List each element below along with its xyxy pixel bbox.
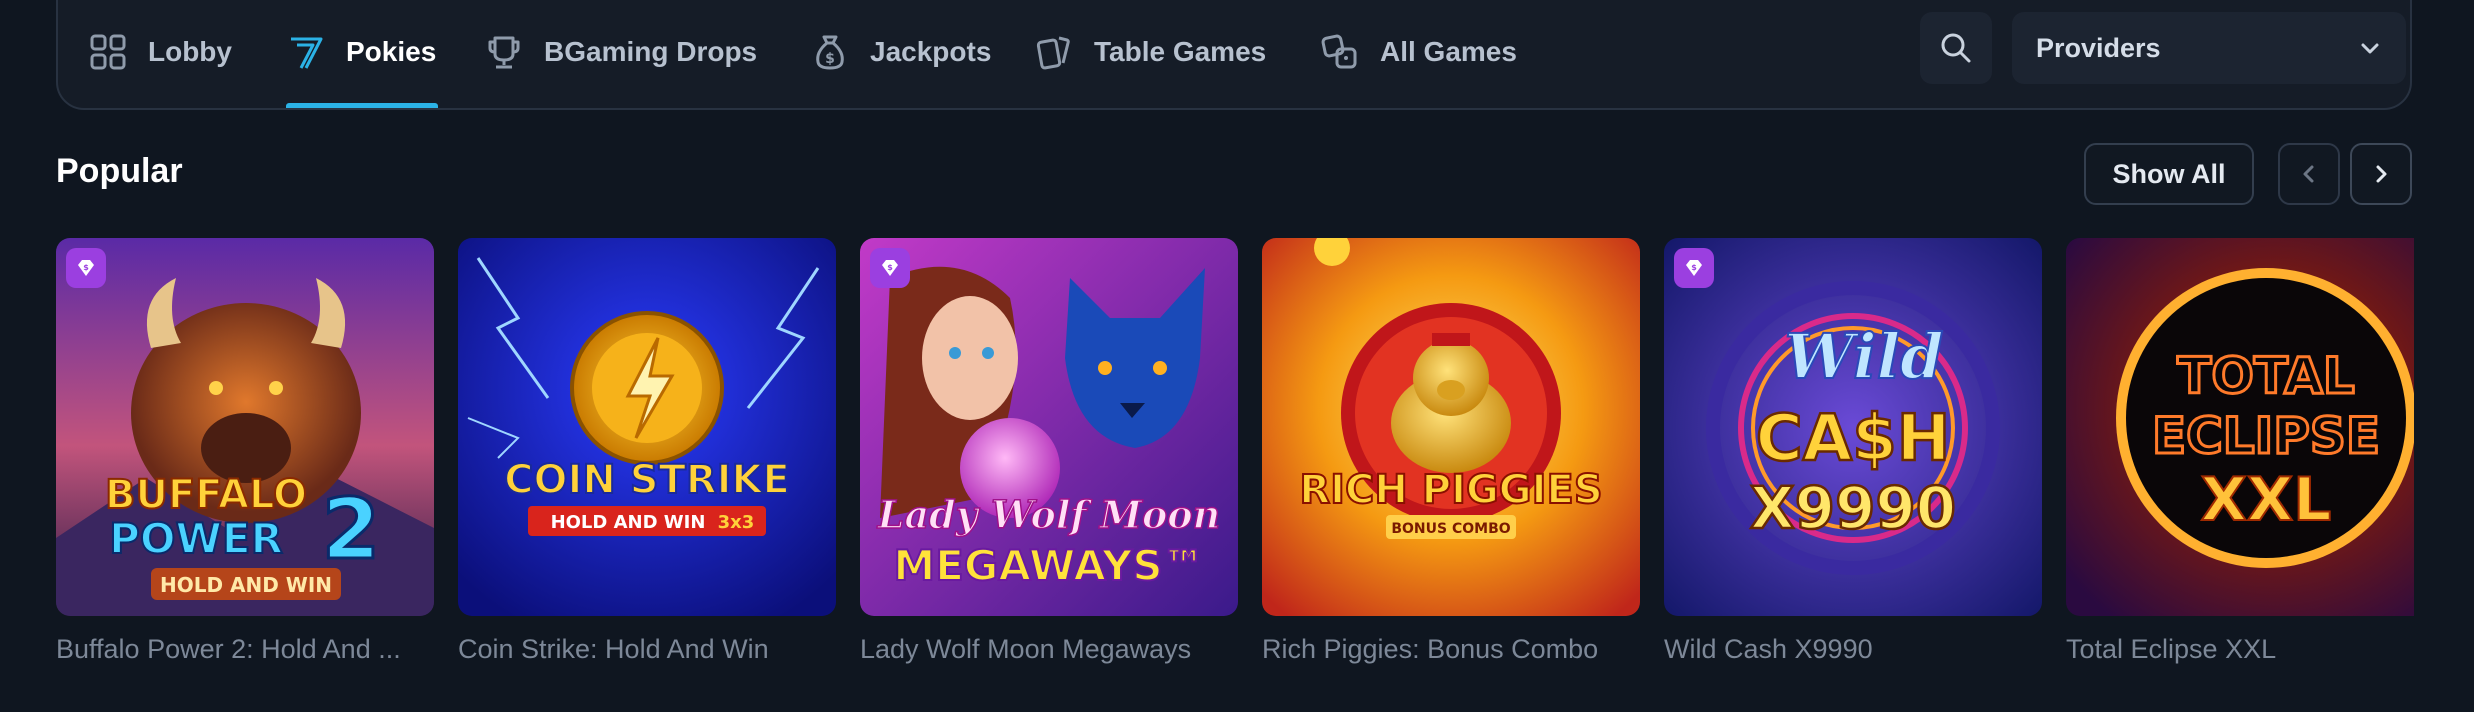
premium-badge-icon: $ <box>1674 248 1714 288</box>
game-thumbnail[interactable]: TOTAL ECLIPSE XXL <box>2066 238 2414 616</box>
chevron-down-icon <box>2358 36 2382 60</box>
game-logo-text: POWER <box>109 514 283 563</box>
tab-pokies[interactable]: Pokies <box>286 0 439 108</box>
search-button[interactable] <box>1920 12 1992 84</box>
game-card[interactable]: COIN STRIKE HOLD AND WIN 3x3 Coin Strike… <box>458 238 836 665</box>
tab-label: Lobby <box>148 36 232 67</box>
tab-label: BGaming Drops <box>544 36 758 67</box>
dice-icon <box>1320 32 1360 72</box>
premium-badge-icon: $ <box>870 248 910 288</box>
section-title: Popular <box>56 152 183 190</box>
money-bag-icon: $ <box>810 32 850 72</box>
carousel-next-button[interactable] <box>2350 143 2412 205</box>
game-logo-text: Lady Wolf Moon <box>877 492 1221 537</box>
tab-label: Table Games <box>1094 36 1267 67</box>
chevron-left-icon <box>2298 163 2320 185</box>
game-logo-text: TOTAL <box>2177 347 2354 405</box>
svg-text:$: $ <box>1691 263 1697 272</box>
game-logo-text: X9990 <box>1750 474 1956 542</box>
search-icon <box>1939 31 1973 65</box>
game-logo-text: Wild <box>1785 320 1944 393</box>
tab-jackpots[interactable]: $ Jackpots <box>810 0 991 108</box>
game-logo-text: CA$H <box>1756 402 1951 476</box>
tab-label: All Games <box>1380 36 1517 67</box>
game-logo-text: BUFFALO <box>105 472 307 518</box>
game-thumbnail[interactable]: Lady Wolf Moon MEGAWAYS™ $ <box>860 238 1238 616</box>
game-thumbnail[interactable]: COIN STRIKE HOLD AND WIN 3x3 <box>458 238 836 616</box>
game-card[interactable]: Wild CA$H X9990 $ Wild Cash X9990 <box>1664 238 2042 665</box>
game-title[interactable]: Rich Piggies: Bonus Combo <box>1262 634 1640 665</box>
svg-text:$: $ <box>83 263 89 272</box>
game-logo-text: HOLD AND WIN <box>551 512 706 533</box>
chevron-right-icon <box>2370 163 2392 185</box>
game-logo-text: COIN STRIKE <box>504 457 790 503</box>
tab-table-games[interactable]: Table Games <box>1034 0 1266 108</box>
tab-label: Jackpots <box>870 36 992 67</box>
game-logo-text: XXL <box>2201 465 2332 535</box>
game-thumbnail[interactable]: Wild CA$H X9990 $ <box>1664 238 2042 616</box>
game-title[interactable]: Coin Strike: Hold And Win <box>458 634 836 665</box>
trophy-icon <box>484 32 524 72</box>
tab-bgaming-drops[interactable]: BGaming Drops <box>484 0 757 108</box>
game-carousel: BUFFALO POWER 2 HOLD AND WIN $ Buffalo P… <box>56 238 2414 678</box>
game-title[interactable]: Total Eclipse XXL <box>2066 634 2414 665</box>
active-tab-indicator <box>286 103 439 108</box>
game-logo-text: MEGAWAYS™ <box>893 541 1204 590</box>
show-all-button[interactable]: Show All <box>2084 143 2254 205</box>
tab-label: Pokies <box>346 36 437 67</box>
game-title[interactable]: Wild Cash X9990 <box>1664 634 2042 665</box>
category-nav: Lobby Pokies BGaming Drops $ Jackpots Ta… <box>56 0 2412 110</box>
game-title[interactable]: Buffalo Power 2: Hold And ... <box>56 634 434 665</box>
svg-text:$: $ <box>825 51 835 67</box>
game-logo-text: BONUS COMBO <box>1391 521 1510 537</box>
grid-icon <box>88 32 128 72</box>
game-title[interactable]: Lady Wolf Moon Megaways <box>860 634 1238 665</box>
seven-icon <box>286 32 326 72</box>
game-logo-text: ECLIPSE <box>2152 407 2380 465</box>
game-logo-text: HOLD AND WIN <box>160 573 332 597</box>
game-card[interactable]: TOTAL ECLIPSE XXL Total Eclipse XXL <box>2066 238 2414 665</box>
tab-all-games[interactable]: All Games <box>1320 0 1517 108</box>
cards-icon <box>1034 32 1074 72</box>
providers-dropdown[interactable]: Providers <box>2012 12 2406 84</box>
game-logo-text: RICH PIGGIES <box>1299 467 1602 513</box>
game-card[interactable]: Lady Wolf Moon MEGAWAYS™ $ Lady Wolf Moo… <box>860 238 1238 665</box>
game-thumbnail[interactable]: RICH PIGGIES BONUS COMBO <box>1262 238 1640 616</box>
game-thumbnail[interactable]: BUFFALO POWER 2 HOLD AND WIN $ <box>56 238 434 616</box>
providers-label: Providers <box>2036 32 2161 63</box>
game-logo-text: 3x3 <box>718 512 755 533</box>
game-card[interactable]: BUFFALO POWER 2 HOLD AND WIN $ Buffalo P… <box>56 238 434 665</box>
svg-text:$: $ <box>887 263 893 272</box>
game-logo-text: 2 <box>322 480 380 578</box>
game-card[interactable]: RICH PIGGIES BONUS COMBO Rich Piggies: B… <box>1262 238 1640 665</box>
carousel-prev-button[interactable] <box>2278 143 2340 205</box>
premium-badge-icon: $ <box>66 248 106 288</box>
tab-lobby[interactable]: Lobby <box>88 0 232 108</box>
